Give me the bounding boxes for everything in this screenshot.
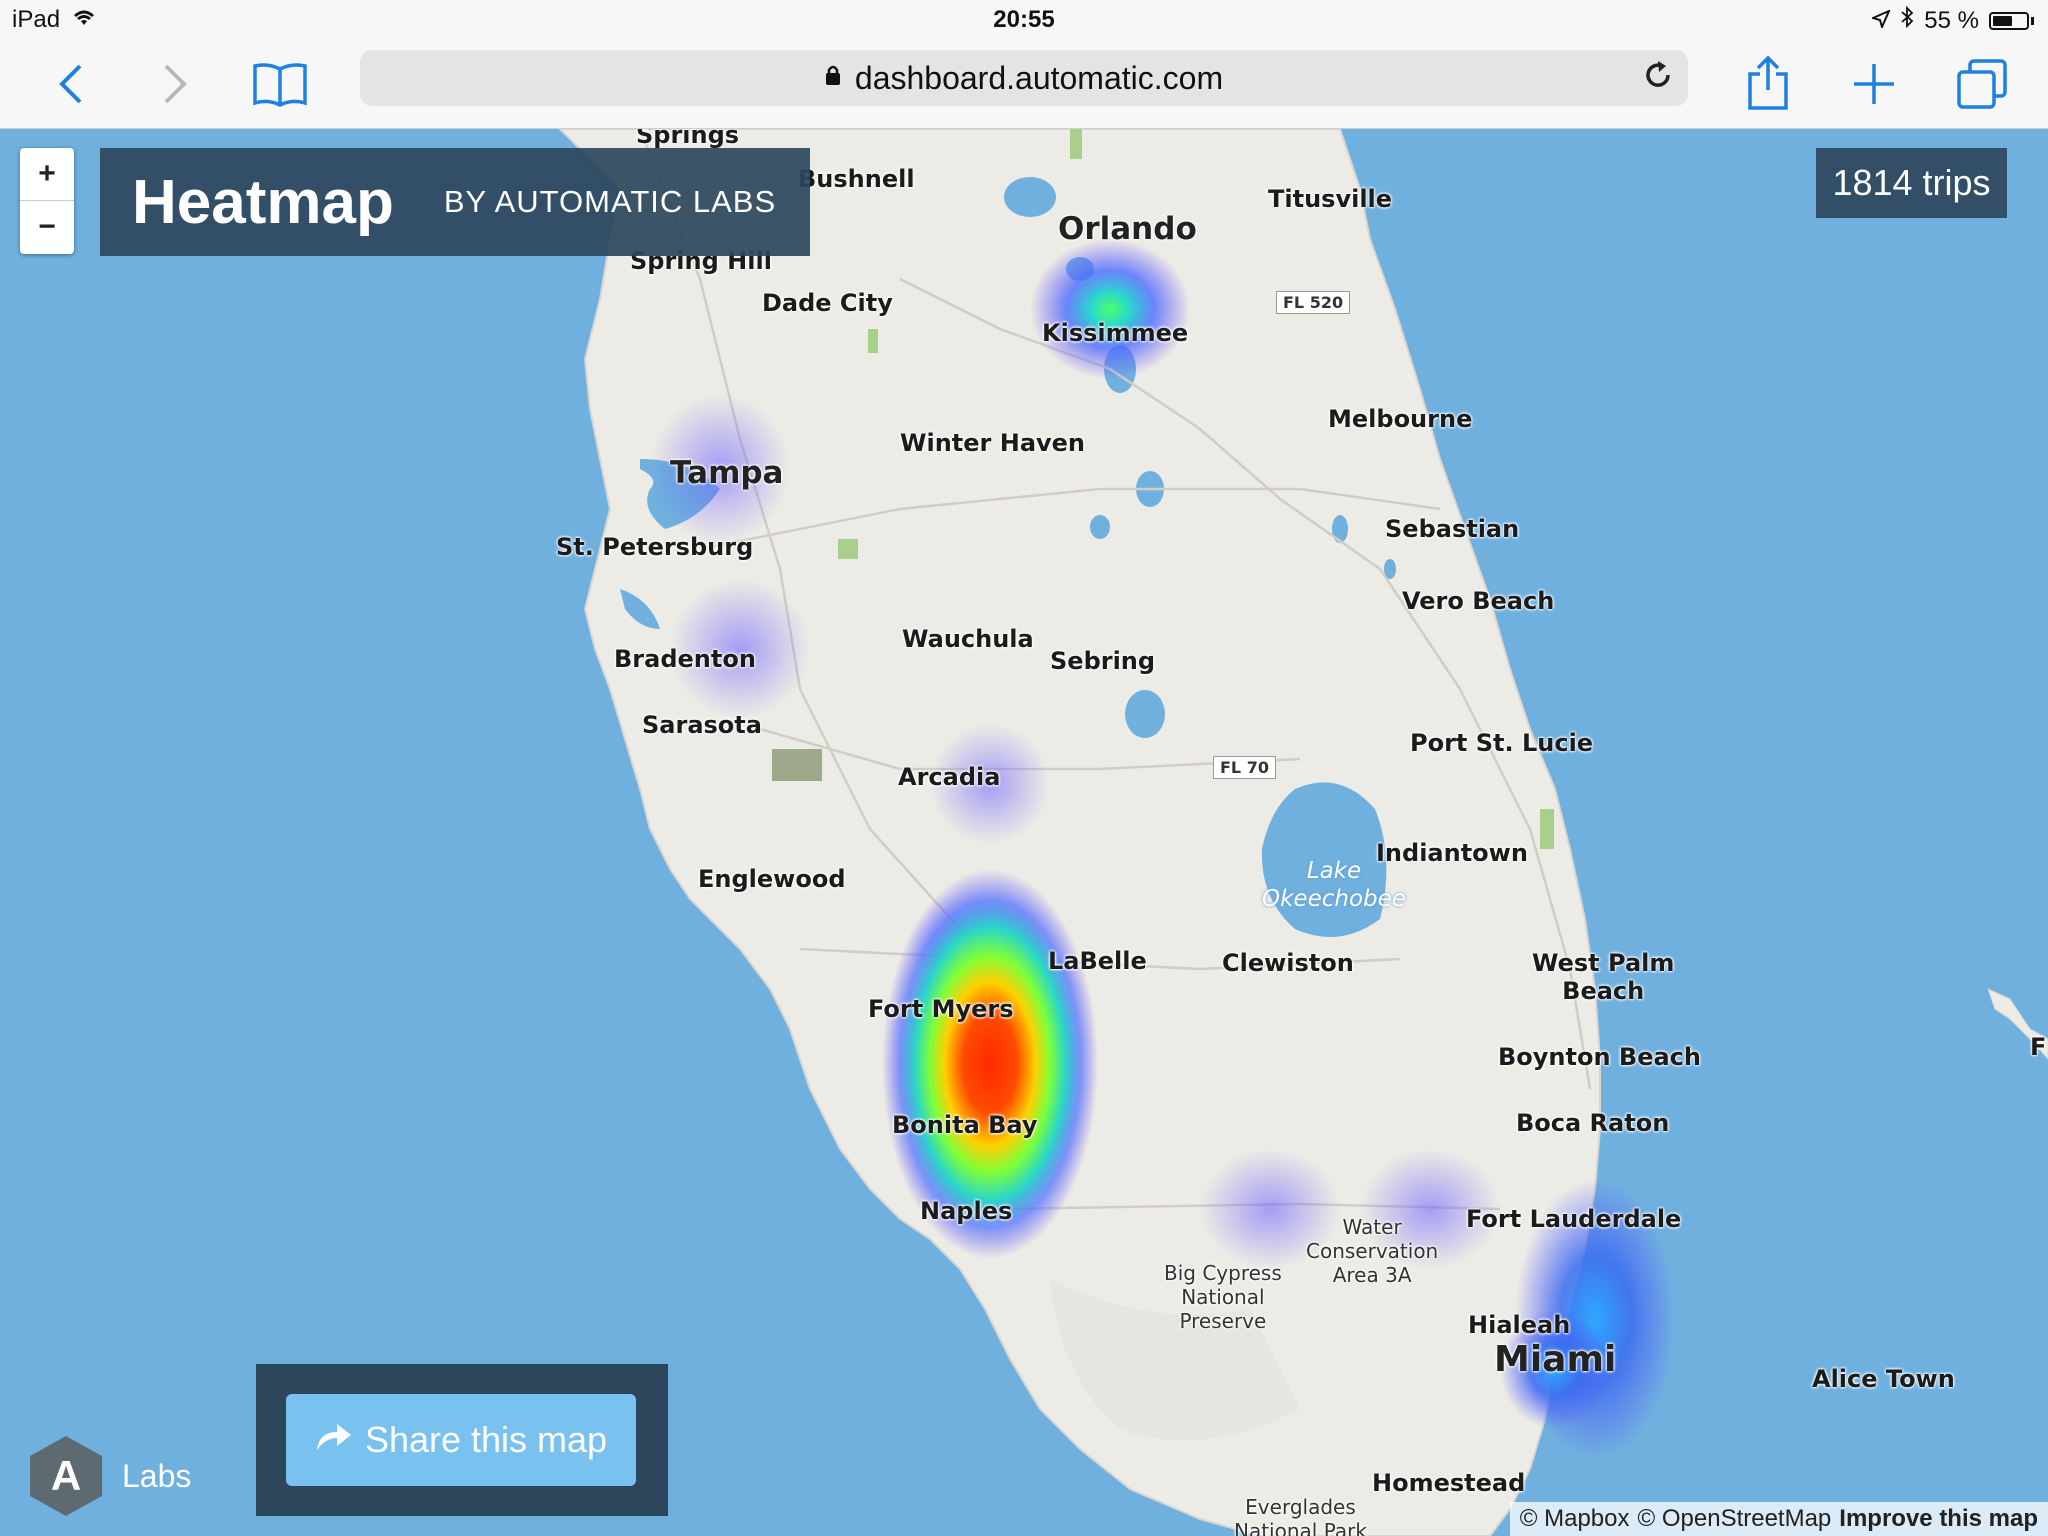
title-panel: Heatmap BY AUTOMATIC LABS: [100, 148, 810, 256]
back-button[interactable]: [40, 54, 100, 114]
map-label: Arcadia: [898, 763, 1001, 791]
map-label: Kissimmee: [1042, 319, 1189, 347]
map-label: Boynton Beach: [1498, 1043, 1701, 1071]
label-line: Preserve: [1179, 1309, 1267, 1333]
plus-icon: [1854, 64, 1894, 104]
lake-name-line: Okeechobee: [1262, 886, 1406, 912]
map-label: Fort Myers: [868, 995, 1014, 1023]
map-label: Boca Raton: [1516, 1109, 1670, 1137]
map-basemap: [558, 129, 2048, 1536]
location-arrow-icon: [1870, 7, 1892, 35]
map-label: Bradenton: [614, 645, 756, 673]
share-panel: Share this map: [256, 1364, 668, 1516]
book-icon: [253, 63, 307, 107]
improve-map-link[interactable]: Improve this map: [1839, 1505, 2038, 1533]
label-line: National: [1181, 1285, 1265, 1309]
mapbox-attribution-link[interactable]: © Mapbox: [1520, 1505, 1630, 1533]
highway-shield: FL 70: [1213, 756, 1276, 779]
status-right: 55 %: [1870, 5, 2034, 35]
map-label: Titusville: [1268, 185, 1393, 213]
map-label: St. Petersburg: [556, 533, 754, 561]
browser-toolbar: dashboard.automatic.com: [0, 40, 2048, 129]
share-page-button[interactable]: [1738, 54, 1798, 114]
map-label: Dade City: [762, 289, 893, 317]
map-label: Indiantown: [1376, 839, 1528, 867]
map-label-area: Everglades National Park: [1234, 1495, 1367, 1536]
label-line: Everglades: [1245, 1495, 1356, 1519]
bookmarks-button[interactable]: [250, 54, 310, 114]
map-label: Wauchula: [902, 625, 1034, 653]
battery-icon: [1989, 11, 2029, 30]
share-icon: [1748, 56, 1788, 110]
label-line: Beach: [1562, 977, 1645, 1005]
tabs-icon: [1957, 59, 2007, 109]
map-label: F: [2030, 1033, 2047, 1061]
map-label: Vero Beach: [1402, 587, 1555, 615]
map-label-city: Tampa: [670, 455, 784, 491]
zoom-control: + −: [20, 148, 74, 254]
map-label: Bonita Bay: [892, 1111, 1038, 1139]
chevron-left-icon: [59, 64, 82, 104]
map-label: Englewood: [698, 865, 846, 893]
map-label: Melbourne: [1328, 405, 1473, 433]
osm-attribution-link[interactable]: © OpenStreetMap: [1638, 1505, 1832, 1533]
battery-percent: 55 %: [1924, 6, 1979, 34]
label-line: Big Cypress: [1164, 1261, 1282, 1285]
page-subtitle: BY AUTOMATIC LABS: [443, 184, 777, 219]
share-arrow-icon: [315, 1419, 353, 1462]
page-title: Heatmap: [132, 167, 394, 237]
url-text: dashboard.automatic.com: [854, 59, 1224, 96]
share-map-label: Share this map: [364, 1419, 608, 1460]
clock: 20:55: [993, 6, 1055, 33]
labs-branding[interactable]: A Labs: [30, 1436, 191, 1516]
forward-button[interactable]: [146, 54, 206, 114]
lock-icon: [825, 64, 841, 92]
map-label: Springs: [636, 129, 740, 149]
map-label: Port St. Lucie: [1410, 729, 1594, 757]
map-label: Alice Town: [1812, 1365, 1955, 1393]
map-label: Homestead: [1372, 1469, 1526, 1497]
map-label: Bushnell: [798, 165, 915, 193]
zoom-in-button[interactable]: +: [20, 148, 74, 200]
address-bar[interactable]: dashboard.automatic.com: [360, 50, 1688, 106]
map-label: Naples: [920, 1197, 1013, 1225]
map-label: LaBelle: [1048, 947, 1147, 975]
reload-icon[interactable]: [1642, 58, 1674, 100]
highway-shield: FL 520: [1276, 291, 1351, 314]
map-label: Fort Lauderdale: [1466, 1205, 1682, 1233]
automatic-logo-icon: A: [30, 1436, 102, 1516]
label-line: Conservation: [1306, 1239, 1439, 1263]
label-line: National Park: [1234, 1519, 1367, 1536]
map-label-area: Water Conservation Area 3A: [1306, 1215, 1438, 1287]
tabs-button[interactable]: [1952, 54, 2012, 114]
trip-count-badge: 1814 trips: [1816, 148, 2007, 218]
map-label: West Palm Beach: [1532, 949, 1674, 1005]
map-label: Hialeah: [1468, 1311, 1571, 1339]
map-label-city: Miami: [1494, 1339, 1617, 1380]
map-label-city: Orlando: [1058, 211, 1197, 247]
map-label: Clewiston: [1222, 949, 1354, 977]
chevron-right-icon: [164, 64, 187, 104]
label-line: Water: [1342, 1215, 1402, 1239]
map-label: Sebastian: [1385, 515, 1520, 543]
label-line: West Palm: [1532, 949, 1675, 977]
map-label: Sebring: [1050, 647, 1156, 675]
map-label: Sarasota: [642, 711, 762, 739]
zoom-out-button[interactable]: −: [20, 201, 74, 253]
status-bar: iPad 20:55 55 %: [0, 0, 2048, 40]
new-tab-button[interactable]: [1844, 54, 1904, 114]
map-canvas[interactable]: Springs Bushnell Spring Hill Dade City O…: [0, 129, 2048, 1536]
label-line: Area 3A: [1332, 1263, 1412, 1287]
labs-label: Labs: [122, 1457, 192, 1494]
map-label-area: Big Cypress National Preserve: [1164, 1261, 1282, 1333]
share-map-button[interactable]: Share this map: [286, 1394, 636, 1486]
map-attribution: © Mapbox © OpenStreetMap Improve this ma…: [1509, 1502, 2048, 1536]
map-label: Winter Haven: [900, 429, 1086, 457]
bluetooth-icon: [1900, 5, 1914, 35]
